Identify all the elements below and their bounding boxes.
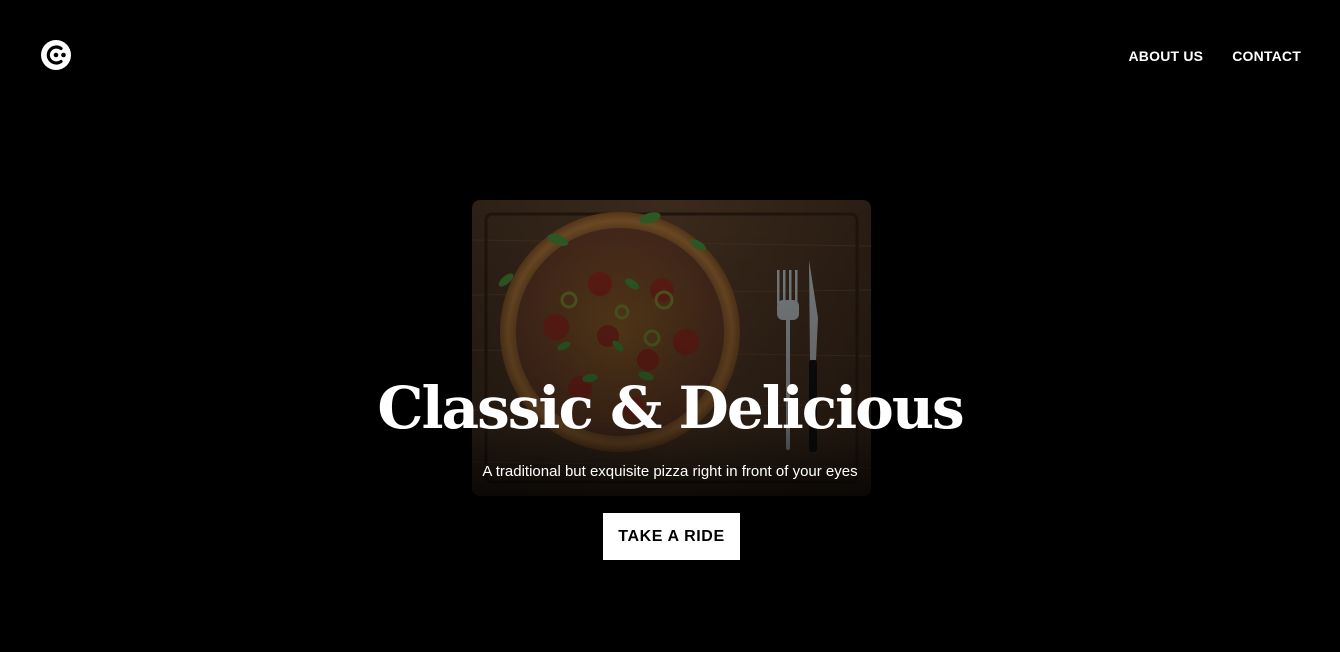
pizza-on-cutting-board-photo — [472, 200, 871, 496]
nav-link-contact[interactable]: CONTACT — [1232, 47, 1301, 65]
hero-subtitle: A traditional but exquisite pizza right … — [482, 463, 858, 480]
brand-logo-icon[interactable] — [40, 39, 72, 71]
hero-title: Classic & Delicious — [377, 374, 964, 442]
main-nav: ABOUT US CONTACT — [1128, 47, 1301, 65]
nav-link-about-us[interactable]: ABOUT US — [1128, 47, 1203, 65]
take-a-ride-button[interactable]: TAKE A RIDE — [603, 513, 740, 560]
landing-page: ABOUT US CONTACT Classic & Delicious A t… — [0, 0, 1340, 652]
